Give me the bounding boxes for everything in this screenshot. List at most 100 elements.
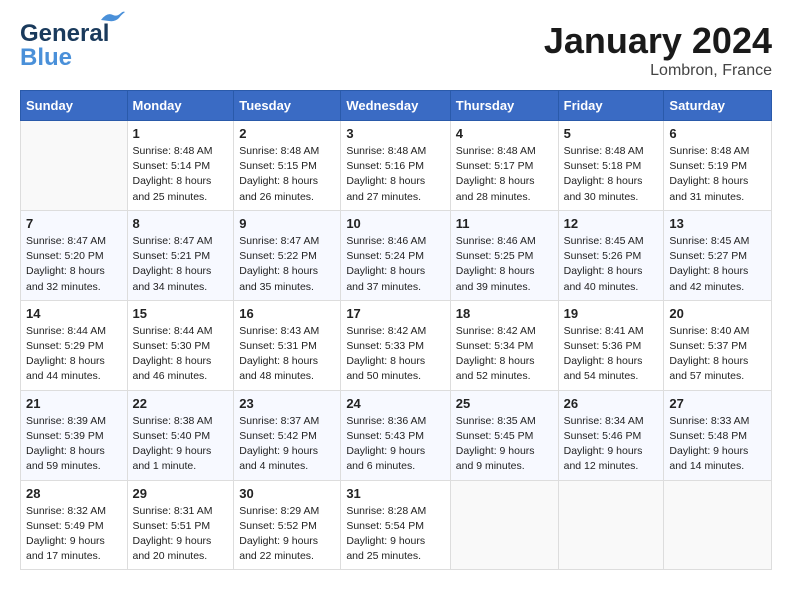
day-info: Sunrise: 8:34 AMSunset: 5:46 PMDaylight:… — [564, 414, 659, 475]
day-info: Sunrise: 8:44 AMSunset: 5:29 PMDaylight:… — [26, 324, 122, 385]
day-cell: 2Sunrise: 8:48 AMSunset: 5:15 PMDaylight… — [234, 121, 341, 211]
location: Lombron, France — [544, 62, 772, 80]
day-info: Sunrise: 8:31 AMSunset: 5:51 PMDaylight:… — [133, 504, 229, 565]
day-info: Sunrise: 8:37 AMSunset: 5:42 PMDaylight:… — [239, 414, 335, 475]
day-cell: 10 Sunrise: 8:46 AMSunset: 5:24 PMDayligh… — [341, 210, 450, 300]
day-number: 15 — [133, 306, 229, 321]
header-wednesday: Wednesday — [341, 91, 450, 121]
header-monday: Monday — [127, 91, 234, 121]
day-number: 25 — [456, 396, 553, 411]
day-info: Sunrise: 8:36 AMSunset: 5:43 PMDaylight:… — [346, 414, 444, 475]
day-info: Sunrise: 8:48 AMSunset: 5:17 PMDaylight:… — [456, 144, 553, 205]
day-cell: 25 Sunrise: 8:35 AMSunset: 5:45 PMDayligh… — [450, 390, 558, 480]
day-cell: 17 Sunrise: 8:42 AMSunset: 5:33 PMDayligh… — [341, 300, 450, 390]
day-number: 14 — [26, 306, 122, 321]
day-number: 23 — [239, 396, 335, 411]
day-number: 17 — [346, 306, 444, 321]
day-info: Sunrise: 8:39 AMSunset: 5:39 PMDaylight:… — [26, 414, 122, 475]
day-info: Sunrise: 8:32 AMSunset: 5:49 PMDaylight:… — [26, 504, 122, 565]
calendar-header-row: SundayMondayTuesdayWednesdayThursdayFrid… — [21, 91, 772, 121]
day-cell: 3 Sunrise: 8:48 AMSunset: 5:16 PMDaylight… — [341, 121, 450, 211]
day-number: 29 — [133, 486, 229, 501]
day-cell: 8 Sunrise: 8:47 AMSunset: 5:21 PMDaylight… — [127, 210, 234, 300]
day-info: Sunrise: 8:29 AMSunset: 5:52 PMDaylight:… — [239, 504, 335, 565]
day-cell: 20 Sunrise: 8:40 AMSunset: 5:37 PMDayligh… — [664, 300, 772, 390]
header-saturday: Saturday — [664, 91, 772, 121]
day-info: Sunrise: 8:46 AMSunset: 5:25 PMDaylight:… — [456, 234, 553, 295]
day-number: 4 — [456, 126, 553, 141]
day-cell: 12Sunrise: 8:45 AMSunset: 5:26 PMDayligh… — [558, 210, 664, 300]
day-number: 8 — [133, 216, 229, 231]
day-number: 2 — [239, 126, 335, 141]
day-info: Sunrise: 8:42 AMSunset: 5:34 PMDaylight:… — [456, 324, 553, 385]
day-number: 26 — [564, 396, 659, 411]
day-cell — [664, 480, 772, 570]
day-info: Sunrise: 8:35 AMSunset: 5:45 PMDaylight:… — [456, 414, 553, 475]
day-cell: 18Sunrise: 8:42 AMSunset: 5:34 PMDayligh… — [450, 300, 558, 390]
day-cell: 16 Sunrise: 8:43 AMSunset: 5:31 PMDayligh… — [234, 300, 341, 390]
logo-blue: Blue — [20, 44, 72, 72]
day-cell — [558, 480, 664, 570]
header-sunday: Sunday — [21, 91, 128, 121]
day-cell: 19Sunrise: 8:41 AMSunset: 5:36 PMDayligh… — [558, 300, 664, 390]
day-number: 6 — [669, 126, 766, 141]
day-cell: 13 Sunrise: 8:45 AMSunset: 5:27 PMDayligh… — [664, 210, 772, 300]
day-cell: 24 Sunrise: 8:36 AMSunset: 5:43 PMDayligh… — [341, 390, 450, 480]
day-cell: 23 Sunrise: 8:37 AMSunset: 5:42 PMDayligh… — [234, 390, 341, 480]
day-cell: 28 Sunrise: 8:32 AMSunset: 5:49 PMDayligh… — [21, 480, 128, 570]
day-number: 22 — [133, 396, 229, 411]
day-info: Sunrise: 8:45 AMSunset: 5:27 PMDaylight:… — [669, 234, 766, 295]
day-cell: 29 Sunrise: 8:31 AMSunset: 5:51 PMDayligh… — [127, 480, 234, 570]
day-info: Sunrise: 8:47 AMSunset: 5:21 PMDaylight:… — [133, 234, 229, 295]
day-cell: 27Sunrise: 8:33 AMSunset: 5:48 PMDayligh… — [664, 390, 772, 480]
day-info: Sunrise: 8:44 AMSunset: 5:30 PMDaylight:… — [133, 324, 229, 385]
day-number: 31 — [346, 486, 444, 501]
day-number: 30 — [239, 486, 335, 501]
day-info: Sunrise: 8:48 AMSunset: 5:16 PMDaylight:… — [346, 144, 444, 205]
day-cell: 21Sunrise: 8:39 AMSunset: 5:39 PMDayligh… — [21, 390, 128, 480]
day-info: Sunrise: 8:41 AMSunset: 5:36 PMDaylight:… — [564, 324, 659, 385]
day-number: 3 — [346, 126, 444, 141]
day-number: 16 — [239, 306, 335, 321]
header-friday: Friday — [558, 91, 664, 121]
day-info: Sunrise: 8:28 AMSunset: 5:54 PMDaylight:… — [346, 504, 444, 565]
day-number: 13 — [669, 216, 766, 231]
day-number: 12 — [564, 216, 659, 231]
logo-general: General — [20, 20, 109, 47]
day-cell — [21, 121, 128, 211]
week-row-3: 14 Sunrise: 8:44 AMSunset: 5:29 PMDayligh… — [21, 300, 772, 390]
day-cell: 31 Sunrise: 8:28 AMSunset: 5:54 PMDayligh… — [341, 480, 450, 570]
day-cell: 9Sunrise: 8:47 AMSunset: 5:22 PMDaylight… — [234, 210, 341, 300]
week-row-2: 7Sunrise: 8:47 AMSunset: 5:20 PMDaylight… — [21, 210, 772, 300]
day-cell: 11 Sunrise: 8:46 AMSunset: 5:25 PMDayligh… — [450, 210, 558, 300]
month-title: January 2024 — [544, 20, 772, 62]
day-number: 11 — [456, 216, 553, 231]
day-info: Sunrise: 8:48 AMSunset: 5:14 PMDaylight:… — [133, 144, 229, 205]
day-info: Sunrise: 8:48 AMSunset: 5:19 PMDaylight:… — [669, 144, 766, 205]
day-info: Sunrise: 8:33 AMSunset: 5:48 PMDaylight:… — [669, 414, 766, 475]
header-tuesday: Tuesday — [234, 91, 341, 121]
day-number: 20 — [669, 306, 766, 321]
day-cell: 6 Sunrise: 8:48 AMSunset: 5:19 PMDaylight… — [664, 121, 772, 211]
day-number: 10 — [346, 216, 444, 231]
day-number: 28 — [26, 486, 122, 501]
day-cell: 30 Sunrise: 8:29 AMSunset: 5:52 PMDayligh… — [234, 480, 341, 570]
header-thursday: Thursday — [450, 91, 558, 121]
day-cell: 22Sunrise: 8:38 AMSunset: 5:40 PMDayligh… — [127, 390, 234, 480]
day-info: Sunrise: 8:43 AMSunset: 5:31 PMDaylight:… — [239, 324, 335, 385]
calendar-table: SundayMondayTuesdayWednesdayThursdayFrid… — [20, 90, 772, 570]
day-info: Sunrise: 8:47 AMSunset: 5:20 PMDaylight:… — [26, 234, 122, 295]
day-info: Sunrise: 8:42 AMSunset: 5:33 PMDaylight:… — [346, 324, 444, 385]
day-info: Sunrise: 8:46 AMSunset: 5:24 PMDaylight:… — [346, 234, 444, 295]
day-number: 24 — [346, 396, 444, 411]
day-info: Sunrise: 8:48 AMSunset: 5:18 PMDaylight:… — [564, 144, 659, 205]
day-cell: 5Sunrise: 8:48 AMSunset: 5:18 PMDaylight… — [558, 121, 664, 211]
title-block: January 2024 Lombron, France — [544, 20, 772, 80]
week-row-1: 1Sunrise: 8:48 AMSunset: 5:14 PMDaylight… — [21, 121, 772, 211]
day-info: Sunrise: 8:40 AMSunset: 5:37 PMDaylight:… — [669, 324, 766, 385]
day-cell: 14 Sunrise: 8:44 AMSunset: 5:29 PMDayligh… — [21, 300, 128, 390]
day-number: 9 — [239, 216, 335, 231]
day-cell — [450, 480, 558, 570]
day-cell: 26 Sunrise: 8:34 AMSunset: 5:46 PMDayligh… — [558, 390, 664, 480]
week-row-5: 28 Sunrise: 8:32 AMSunset: 5:49 PMDayligh… — [21, 480, 772, 570]
